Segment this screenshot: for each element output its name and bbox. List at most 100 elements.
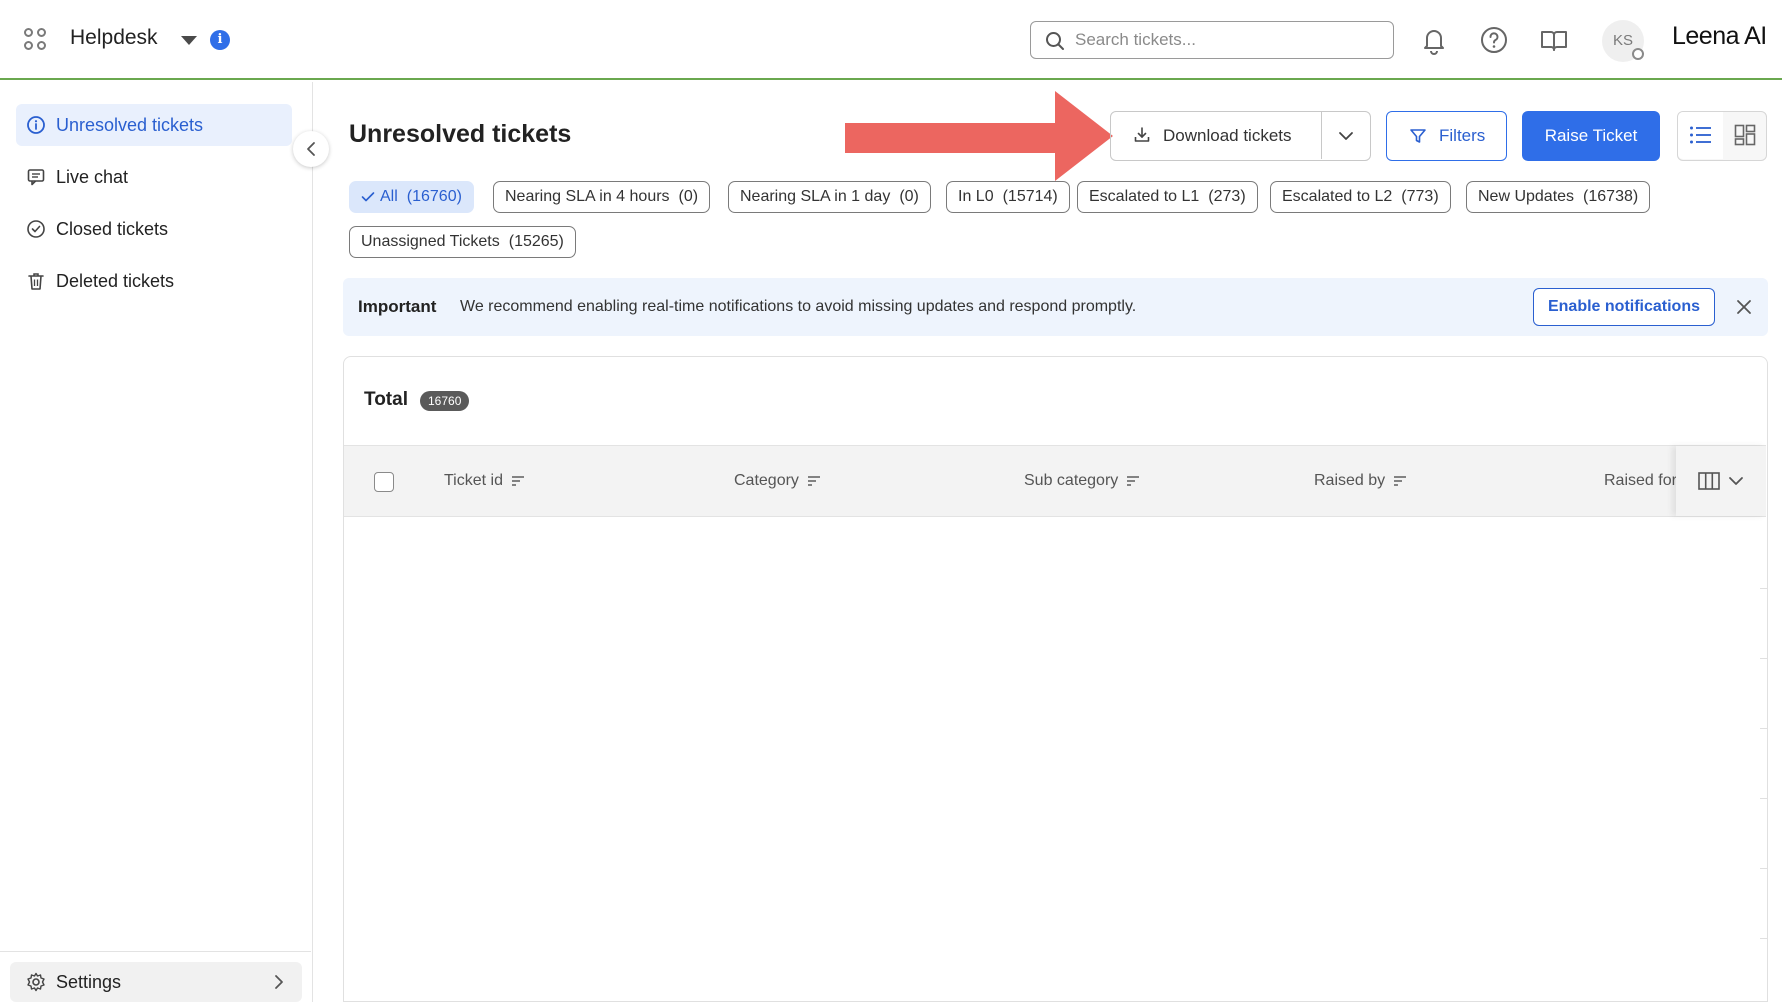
chip-label: Unassigned Tickets <box>361 233 500 250</box>
book-icon[interactable] <box>1538 24 1570 56</box>
column-settings-button[interactable] <box>1676 446 1766 516</box>
search-box[interactable] <box>1030 21 1394 59</box>
help-icon[interactable] <box>1478 24 1510 56</box>
chip-count: (15265) <box>508 233 564 250</box>
chip-nearing-sla-4-hours[interactable]: Nearing SLA in 4 hours (0) <box>493 181 711 213</box>
chat-icon <box>27 169 45 186</box>
chevron-right-icon <box>275 975 283 989</box>
gear-icon <box>27 972 45 992</box>
column-label: Raised by <box>1314 472 1386 489</box>
chip-new-updates[interactable]: New Updates (16738) <box>1466 181 1651 213</box>
check-icon <box>361 192 375 202</box>
scroll-tick <box>1760 588 1768 589</box>
app-grid-icon[interactable] <box>24 28 48 52</box>
chip-count: (273) <box>1208 188 1246 205</box>
column-label: Ticket id <box>444 472 503 489</box>
close-icon[interactable] <box>1735 298 1753 316</box>
scroll-tick <box>1760 938 1768 939</box>
chip-count: (0) <box>678 188 699 205</box>
chevron-down-icon <box>1729 477 1743 485</box>
filter-icon <box>1410 129 1426 143</box>
total-label: Total <box>364 389 408 410</box>
chip-count: (15714) <box>1002 188 1058 205</box>
table-header: Ticket id Category Sub category Raised b… <box>344 445 1766 517</box>
chip-in-l0[interactable]: In L0 (15714) <box>946 181 1070 213</box>
chevron-down-icon <box>1339 132 1353 140</box>
sidebar-item-unresolved-tickets[interactable]: Unresolved tickets <box>16 104 292 146</box>
top-bar: Helpdesk i KS Leena AI <box>0 0 1782 80</box>
brand-logo: Leena AI <box>1672 22 1767 50</box>
chip-unassigned-tickets[interactable]: Unassigned Tickets (15265) <box>349 226 576 258</box>
sidebar-item-label: Live chat <box>56 166 129 187</box>
sidebar-item-live-chat[interactable]: Live chat <box>16 156 292 198</box>
chip-count: (0) <box>899 188 919 205</box>
download-tickets-button[interactable]: Download tickets <box>1111 112 1322 159</box>
column-header-sub-category[interactable]: Sub category <box>1024 472 1140 490</box>
chip-count: (16760) <box>406 188 462 205</box>
total-count-badge: 16760 <box>420 391 470 411</box>
sidebar-item-closed-tickets[interactable]: Closed tickets <box>16 208 292 250</box>
filters-button[interactable]: Filters <box>1386 111 1507 161</box>
collapse-sidebar-button[interactable] <box>293 131 329 167</box>
scroll-tick <box>1760 798 1768 799</box>
chip-all[interactable]: All (16760) <box>349 181 474 213</box>
search-icon <box>1046 32 1064 50</box>
download-options-button[interactable] <box>1322 112 1370 159</box>
enable-notifications-button[interactable]: Enable notifications <box>1533 288 1715 326</box>
app-name[interactable]: Helpdesk <box>70 26 158 50</box>
sidebar-item-deleted-tickets[interactable]: Deleted tickets <box>16 260 292 302</box>
chip-escalated-l1[interactable]: Escalated to L1 (273) <box>1077 181 1258 213</box>
sidebar: Unresolved tickets Live chat Closed tick… <box>0 82 313 1002</box>
sort-icon[interactable] <box>511 475 525 487</box>
column-header-raised-by[interactable]: Raised by <box>1314 472 1407 490</box>
view-toggle <box>1677 111 1767 161</box>
check-circle-icon <box>27 220 45 238</box>
chip-nearing-sla-1-day[interactable]: Nearing SLA in 1 day (0) <box>728 181 931 213</box>
column-label: Category <box>734 472 799 489</box>
sort-icon[interactable] <box>807 475 821 487</box>
banner-text: We recommend enabling real-time notifica… <box>460 298 1137 315</box>
list-icon <box>1690 126 1711 144</box>
filters-label: Filters <box>1439 126 1486 145</box>
column-label: Raised for <box>1604 472 1676 489</box>
sort-icon[interactable] <box>1393 475 1407 487</box>
info-icon[interactable]: i <box>210 30 230 50</box>
sidebar-item-label: Closed tickets <box>56 218 169 239</box>
settings-label: Settings <box>56 971 122 992</box>
sidebar-item-label: Deleted tickets <box>56 270 175 291</box>
info-circle-icon <box>27 116 45 134</box>
column-header-ticket-id[interactable]: Ticket id <box>444 472 525 490</box>
board-icon <box>1734 124 1756 146</box>
column-header-raised-for[interactable]: Raised for <box>1604 472 1676 490</box>
chip-escalated-l2[interactable]: Escalated to L2 (773) <box>1270 181 1451 213</box>
tickets-table: Total 16760 Ticket id Category Sub categ… <box>343 356 1768 1002</box>
raise-ticket-button[interactable]: Raise Ticket <box>1522 111 1660 161</box>
sort-icon[interactable] <box>1126 475 1140 487</box>
chip-label: In L0 <box>958 188 994 205</box>
scroll-tick <box>1760 658 1768 659</box>
chip-count: (16738) <box>1583 188 1639 205</box>
search-input[interactable] <box>1075 24 1375 56</box>
notification-banner: Important We recommend enabling real-tim… <box>343 278 1768 336</box>
chevron-left-icon <box>307 142 315 156</box>
trash-icon <box>28 273 44 290</box>
sidebar-item-label: Unresolved tickets <box>56 114 204 135</box>
column-header-category[interactable]: Category <box>734 472 821 490</box>
download-tickets-label: Download tickets <box>1163 125 1292 145</box>
app-switcher-caret-icon[interactable] <box>181 36 197 45</box>
banner-title: Important <box>358 297 437 316</box>
chip-label: New Updates <box>1478 188 1575 205</box>
chip-label: Nearing SLA in 4 hours <box>505 188 670 205</box>
sidebar-divider <box>0 951 311 952</box>
sidebar-item-settings[interactable]: Settings <box>10 962 302 1002</box>
board-view-button[interactable] <box>1723 112 1767 159</box>
column-label: Sub category <box>1024 472 1119 489</box>
bell-icon[interactable] <box>1418 24 1450 56</box>
download-tickets-group: Download tickets <box>1110 111 1371 161</box>
chip-label: All <box>380 188 398 205</box>
list-view-button[interactable] <box>1678 112 1723 159</box>
scroll-tick <box>1760 868 1768 869</box>
chip-count: (773) <box>1401 188 1439 205</box>
select-all-checkbox[interactable] <box>374 472 394 492</box>
download-icon <box>1134 127 1150 142</box>
